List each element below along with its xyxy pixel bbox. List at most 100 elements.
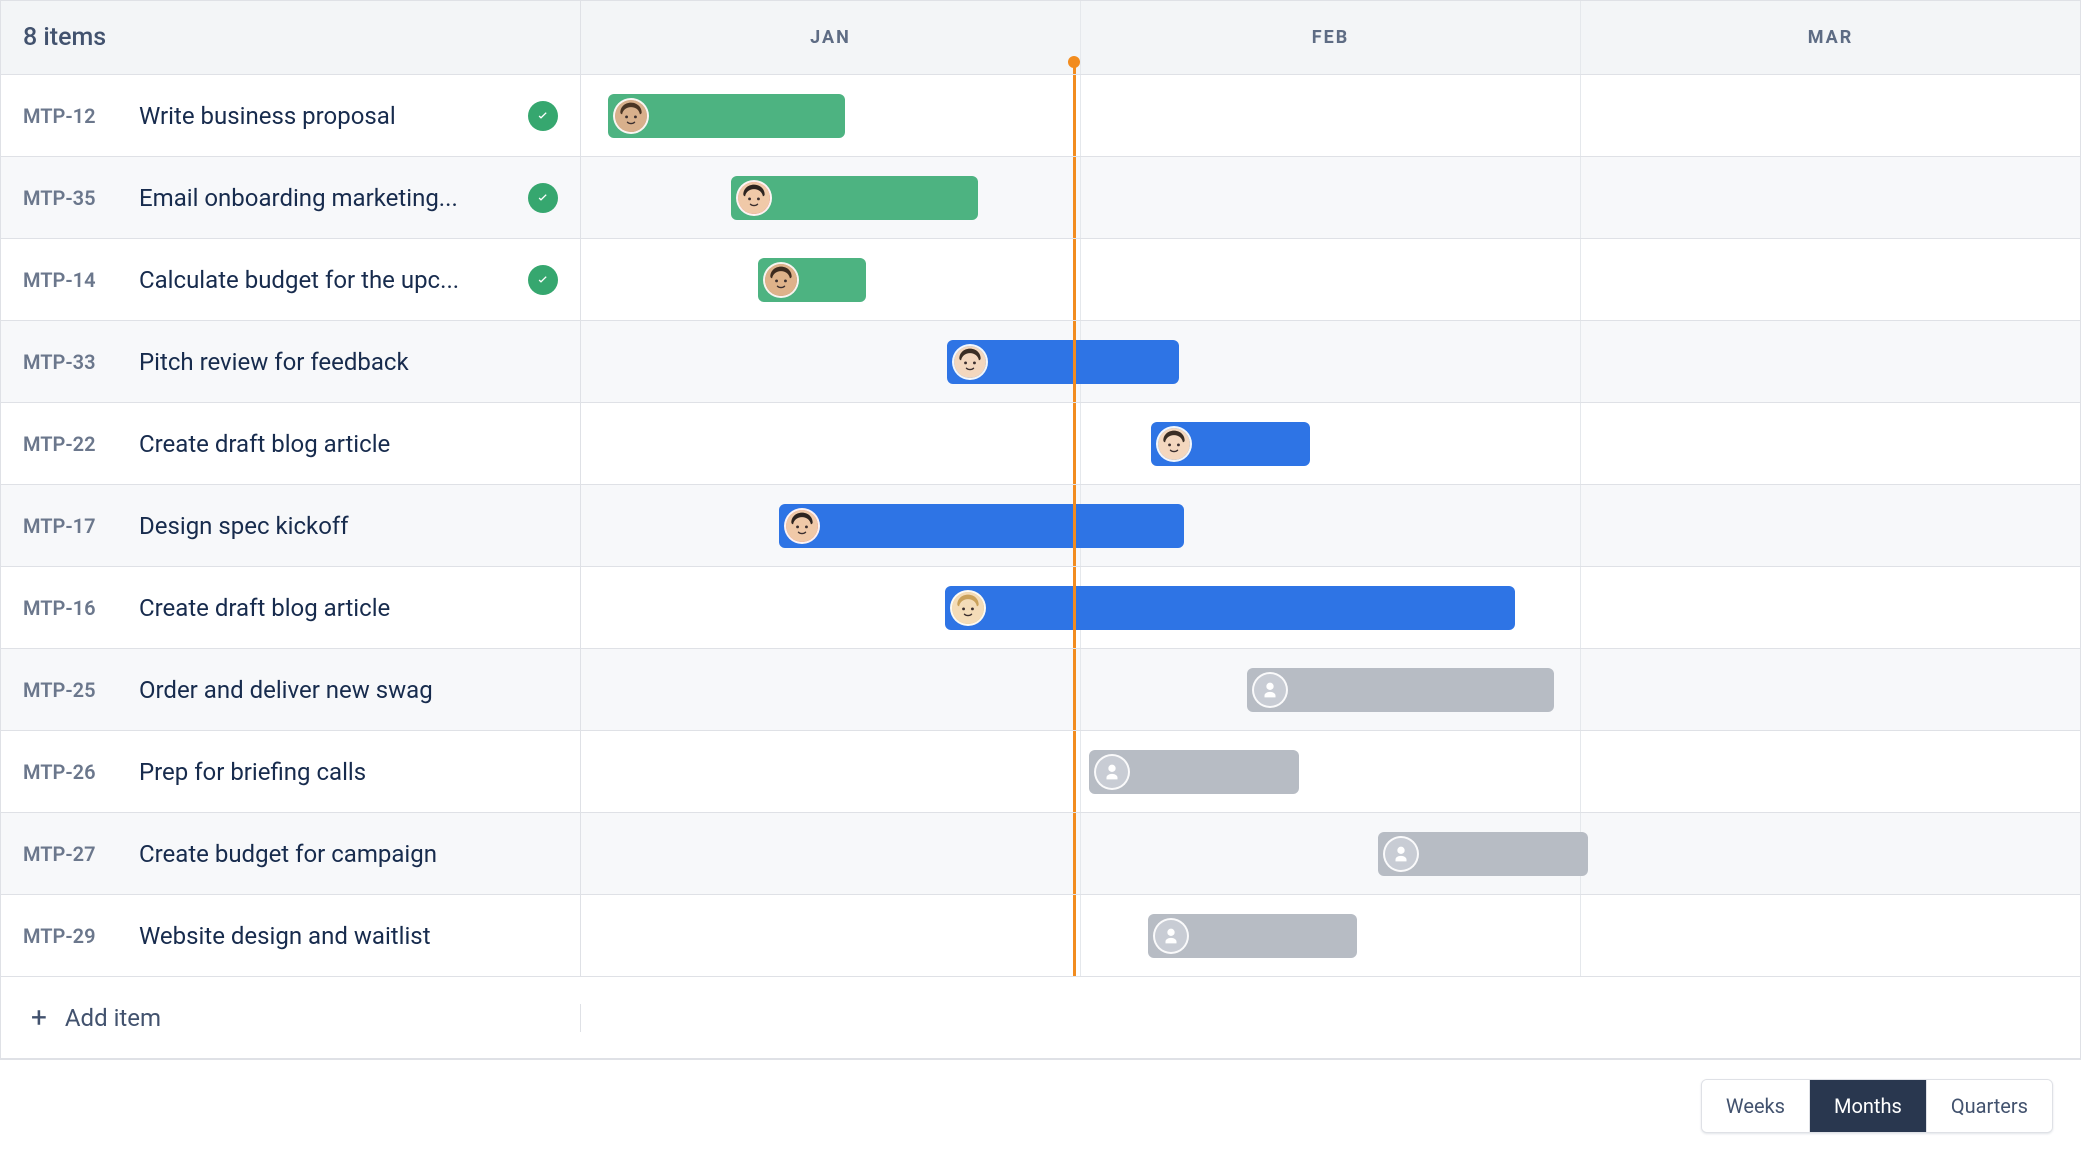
today-marker [1073,75,1076,156]
add-item-row: + Add item [1,977,2080,1059]
today-marker [1073,649,1076,730]
issue-summary-cell[interactable]: MTP-17Design spec kickoff [1,485,581,566]
gantt-bar[interactable] [608,94,845,138]
issue-row[interactable]: MTP-12Write business proposal [1,75,2080,157]
zoom-option-months[interactable]: Months [1809,1080,1926,1132]
zoom-segmented-control: WeeksMonthsQuarters [1701,1079,2053,1133]
item-count: 8 items [1,1,581,74]
unassigned-avatar-icon[interactable] [1252,672,1288,708]
issue-title: Order and deliver new swag [139,676,558,704]
add-item-button[interactable]: + Add item [1,1004,581,1032]
gantt-bar[interactable] [1151,422,1310,466]
gantt-bar[interactable] [1148,914,1358,958]
timeline-cell[interactable] [581,403,2080,484]
timeline-cell[interactable] [581,649,2080,730]
today-marker [1073,813,1076,894]
unassigned-avatar-icon[interactable] [1383,836,1419,872]
issue-row[interactable]: MTP-35 Email onboarding marketing... [1,157,2080,239]
assignee-avatar[interactable] [736,180,772,216]
issue-key: MTP-14 [23,268,121,292]
issue-row[interactable]: MTP-33Pitch review for feedback [1,321,2080,403]
issue-row[interactable]: MTP-25 Order and deliver new swag [1,649,2080,731]
timeline-cell[interactable] [581,567,2080,648]
timeline-cell[interactable] [581,239,2080,320]
assignee-avatar[interactable] [613,98,649,134]
grid-lines [581,403,2080,484]
status-done-icon [528,183,558,213]
issue-key: MTP-16 [23,596,121,620]
issue-row[interactable]: MTP-16 Create draft blog article [1,567,2080,649]
issue-title: Prep for briefing calls [139,758,558,786]
assignee-avatar[interactable] [950,590,986,626]
gantt-bar[interactable] [947,340,1179,384]
issue-title: Create budget for campaign [139,840,558,868]
assignee-avatar[interactable] [784,508,820,544]
grid-lines [581,731,2080,812]
issue-key: MTP-33 [23,350,121,374]
issue-summary-cell[interactable]: MTP-27Create budget for campaign [1,813,581,894]
issue-summary-cell[interactable]: MTP-35 Email onboarding marketing... [1,157,581,238]
plus-icon: + [31,1004,47,1032]
gantt-bar[interactable] [945,586,1515,630]
issue-key: MTP-29 [23,924,121,948]
issue-key: MTP-26 [23,760,121,784]
gantt-bar[interactable] [1247,668,1554,712]
unassigned-avatar-icon[interactable] [1153,918,1189,954]
issue-title: Create draft blog article [139,594,558,622]
issue-row[interactable]: MTP-26 Prep for briefing calls [1,731,2080,813]
zoom-option-quarters[interactable]: Quarters [1926,1080,2052,1132]
status-done-icon [528,265,558,295]
gantt-bar[interactable] [1378,832,1588,876]
issue-row[interactable]: MTP-14 Calculate budget for the upc... [1,239,2080,321]
issue-title: Email onboarding marketing... [139,184,510,212]
issue-summary-cell[interactable]: MTP-12Write business proposal [1,75,581,156]
timeline-cell[interactable] [581,485,2080,566]
issue-row[interactable]: MTP-27Create budget for campaign [1,813,2080,895]
gantt-bar[interactable] [731,176,978,220]
issue-title: Calculate budget for the upc... [139,266,510,294]
timeline-cell[interactable] [581,75,2080,156]
issue-summary-cell[interactable]: MTP-16 Create draft blog article [1,567,581,648]
issue-title: Website design and waitlist [139,922,558,950]
timeline-cell[interactable] [581,731,2080,812]
assignee-avatar[interactable] [952,344,988,380]
issue-summary-cell[interactable]: MTP-25 Order and deliver new swag [1,649,581,730]
gantt-bar[interactable] [1089,750,1299,794]
issue-summary-cell[interactable]: MTP-29 Website design and waitlist [1,895,581,976]
today-marker [1073,731,1076,812]
timeline-cell[interactable] [581,321,2080,402]
today-marker [1073,157,1076,238]
grid-lines [581,321,2080,402]
issue-summary-cell[interactable]: MTP-14 Calculate budget for the upc... [1,239,581,320]
month-column: FEB [1080,1,1580,74]
issue-summary-cell[interactable]: MTP-22 Create draft blog article [1,403,581,484]
issue-title: Write business proposal [139,102,510,130]
issue-summary-cell[interactable]: MTP-26 Prep for briefing calls [1,731,581,812]
gantt-bar[interactable] [758,258,866,302]
today-marker [1073,403,1076,484]
issue-row[interactable]: MTP-29 Website design and waitlist [1,895,2080,977]
today-marker [1073,895,1076,976]
assignee-avatar[interactable] [1156,426,1192,462]
issue-key: MTP-25 [23,678,121,702]
add-item-label: Add item [65,1004,161,1032]
issue-row[interactable]: MTP-17Design spec kickoff [1,485,2080,567]
issue-summary-cell[interactable]: MTP-33Pitch review for feedback [1,321,581,402]
header-row: 8 items JANFEBMAR [1,1,2080,75]
unassigned-avatar-icon[interactable] [1094,754,1130,790]
issue-key: MTP-35 [23,186,121,210]
month-column: MAR [1580,1,2080,74]
issue-key: MTP-17 [23,514,121,538]
issue-row[interactable]: MTP-22 Create draft blog article [1,403,2080,485]
month-columns: JANFEBMAR [581,1,2080,74]
roadmap-container: 8 items JANFEBMAR MTP-12Write business p… [0,0,2081,1060]
zoom-option-weeks[interactable]: Weeks [1702,1080,1809,1132]
issue-key: MTP-22 [23,432,121,456]
timeline-cell[interactable] [581,157,2080,238]
timeline-cell[interactable] [581,895,2080,976]
assignee-avatar[interactable] [763,262,799,298]
month-column: JAN [581,1,1080,74]
gantt-bar[interactable] [779,504,1184,548]
issue-title: Create draft blog article [139,430,558,458]
timeline-cell[interactable] [581,813,2080,894]
